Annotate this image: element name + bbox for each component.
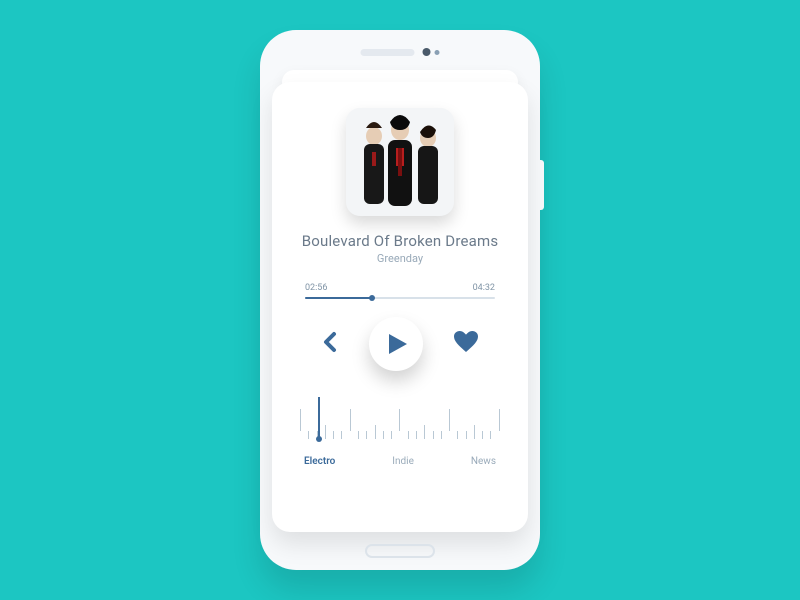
tuner-scale [300,409,500,439]
phone-frame: Boulevard Of Broken Dreams Greenday 02:5… [260,30,540,570]
time-total: 04:32 [473,283,495,293]
front-camera-icon [423,48,431,56]
playback-controls [321,317,479,371]
time-elapsed: 02:56 [305,283,327,293]
sensor-dot-icon [435,50,440,55]
player-card: Boulevard Of Broken Dreams Greenday 02:5… [272,82,528,532]
favorite-button[interactable] [453,330,479,358]
track-artist: Greenday [377,252,423,265]
station-news[interactable]: News [471,456,496,467]
album-art-image [346,108,454,216]
progress-fill [305,297,372,299]
chevron-left-icon [321,331,339,353]
station-electro[interactable]: Electro [304,456,335,467]
progress-bar[interactable] [305,297,495,299]
station-indie[interactable]: Indie [392,456,414,467]
station-tuner[interactable]: Electro Indie News [300,397,500,467]
track-title: Boulevard Of Broken Dreams [302,232,499,250]
progress-knob[interactable] [369,295,375,301]
phone-speaker-area [361,48,440,56]
previous-button[interactable] [321,331,339,357]
home-button[interactable] [365,544,435,558]
progress-section: 02:56 04:32 [305,283,495,299]
tuner-needle[interactable] [318,397,320,437]
heart-icon [453,330,479,354]
tuner-labels: Electro Indie News [300,456,500,467]
speaker-grille [361,49,415,56]
power-button [540,160,544,210]
player-card-stack: Boulevard Of Broken Dreams Greenday 02:5… [272,70,528,532]
album-art[interactable] [346,108,454,216]
play-icon [387,332,409,356]
play-button[interactable] [369,317,423,371]
